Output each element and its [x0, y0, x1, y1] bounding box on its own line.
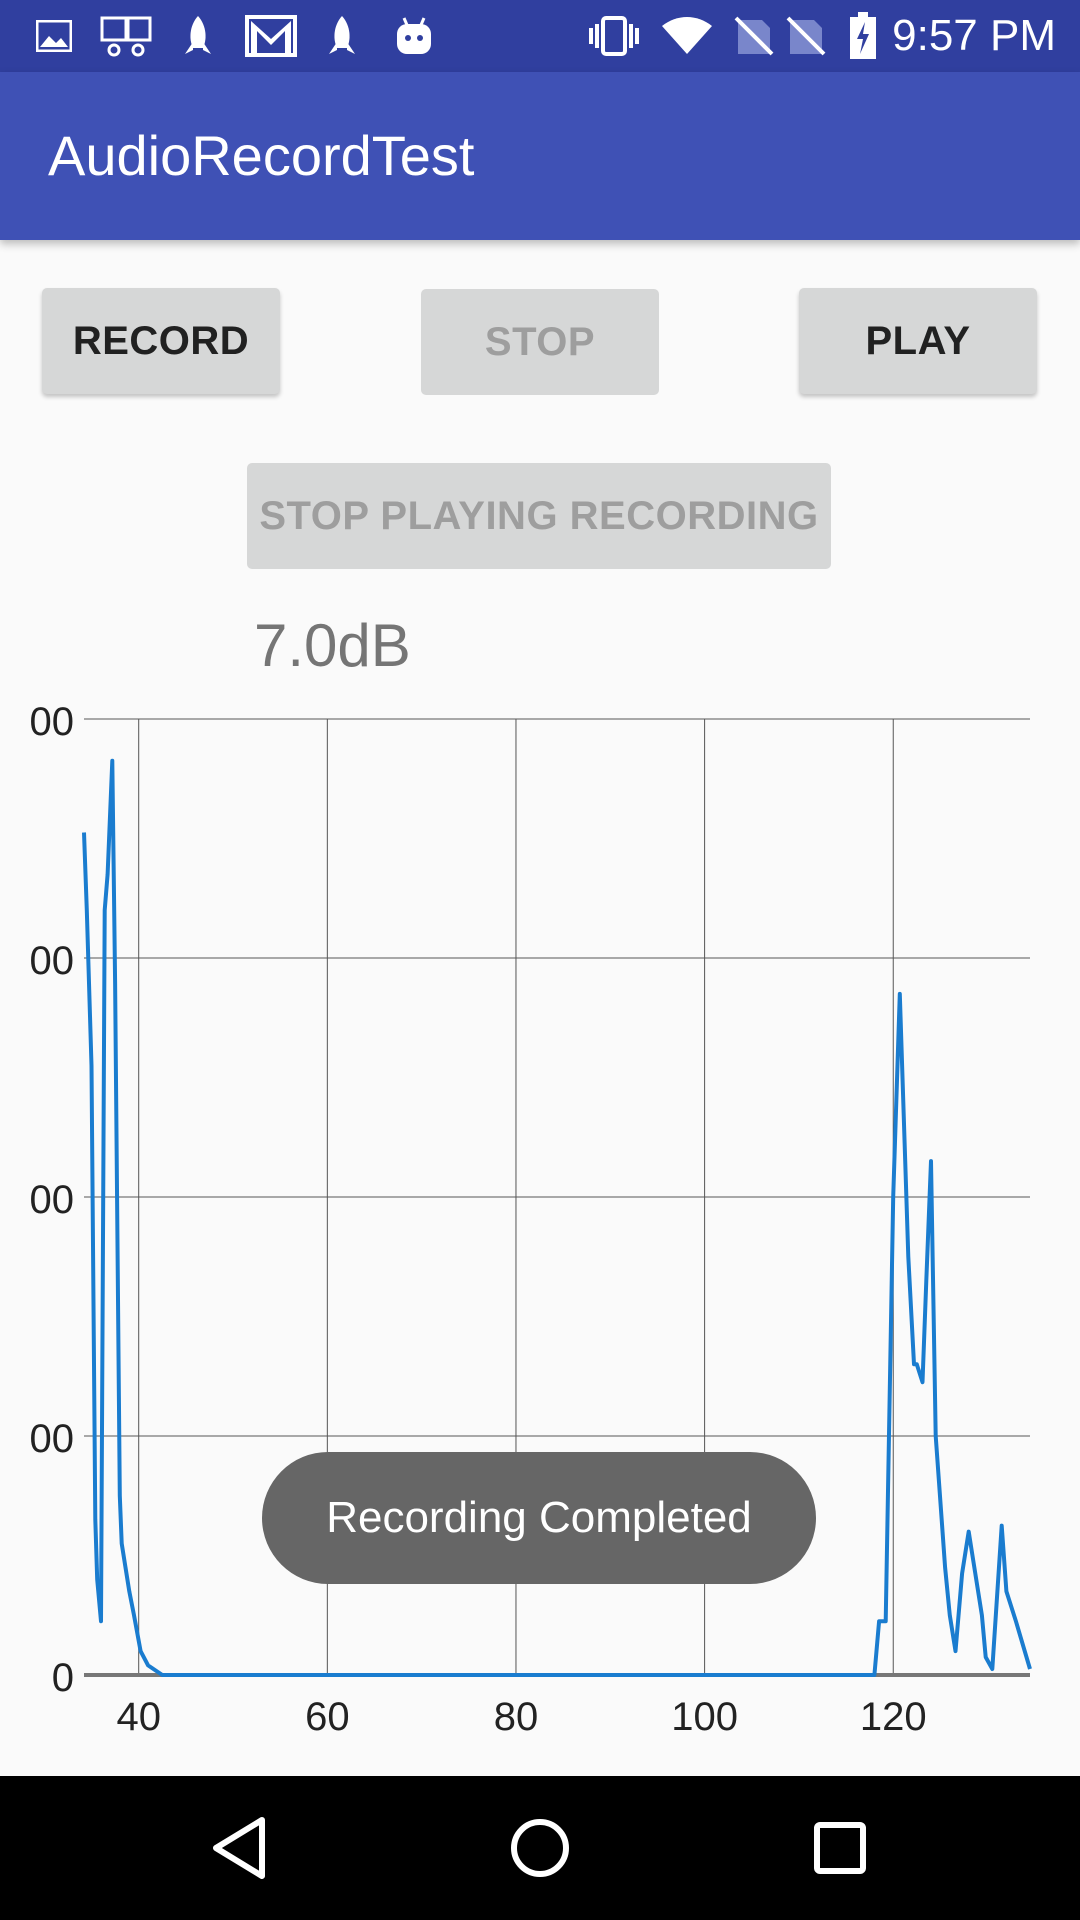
- x-tick-label: 80: [494, 1695, 539, 1739]
- y-tick-label: 00: [30, 700, 75, 744]
- no-sim-icon: [784, 14, 828, 58]
- clock: 9:57 PM: [892, 11, 1056, 60]
- toast-message: Recording Completed: [262, 1452, 816, 1584]
- navigation-bar: [0, 1776, 1080, 1920]
- x-tick-label: 120: [860, 1695, 927, 1739]
- x-tick-label: 60: [305, 1695, 350, 1739]
- android-icon: [392, 14, 436, 58]
- app-bar: AudioRecordTest: [0, 72, 1080, 240]
- recents-icon[interactable]: [798, 1806, 882, 1890]
- status-bar: 9:57 PM: [0, 0, 1080, 72]
- battery-charging-icon: [848, 12, 878, 59]
- audio-level-chart: 0 00 00 00 00 40 60 80 100 120: [0, 690, 1080, 1780]
- level-readout: 7.0dB: [254, 612, 411, 679]
- gmail-icon: [244, 14, 298, 58]
- wifi-icon: [660, 14, 714, 58]
- stop-button[interactable]: STOP: [421, 289, 659, 395]
- vibrate-icon: [586, 14, 642, 58]
- stop-playing-recording-button[interactable]: STOP PLAYING RECORDING: [247, 463, 831, 569]
- no-sim-icon: [732, 14, 776, 58]
- y-tick-label: 00: [30, 1417, 75, 1461]
- play-button[interactable]: PLAY: [799, 288, 1037, 394]
- app-title: AudioRecordTest: [48, 124, 475, 187]
- home-icon[interactable]: [498, 1806, 582, 1890]
- x-tick-label: 40: [116, 1695, 161, 1739]
- record-button[interactable]: RECORD: [42, 288, 280, 394]
- x-tick-label: 100: [671, 1695, 738, 1739]
- chart-svg: 00000000040 60 80 100 120: [30, 700, 1032, 1739]
- y-tick-label: 0: [52, 1656, 74, 1700]
- y-tick-label: 00: [30, 939, 75, 983]
- image-icon: [34, 14, 74, 58]
- rocket-icon: [322, 14, 362, 58]
- y-tick-label: 00: [30, 1178, 75, 1222]
- back-icon[interactable]: [198, 1806, 282, 1890]
- rocket-icon: [178, 14, 218, 58]
- calendar-icon: [98, 14, 154, 58]
